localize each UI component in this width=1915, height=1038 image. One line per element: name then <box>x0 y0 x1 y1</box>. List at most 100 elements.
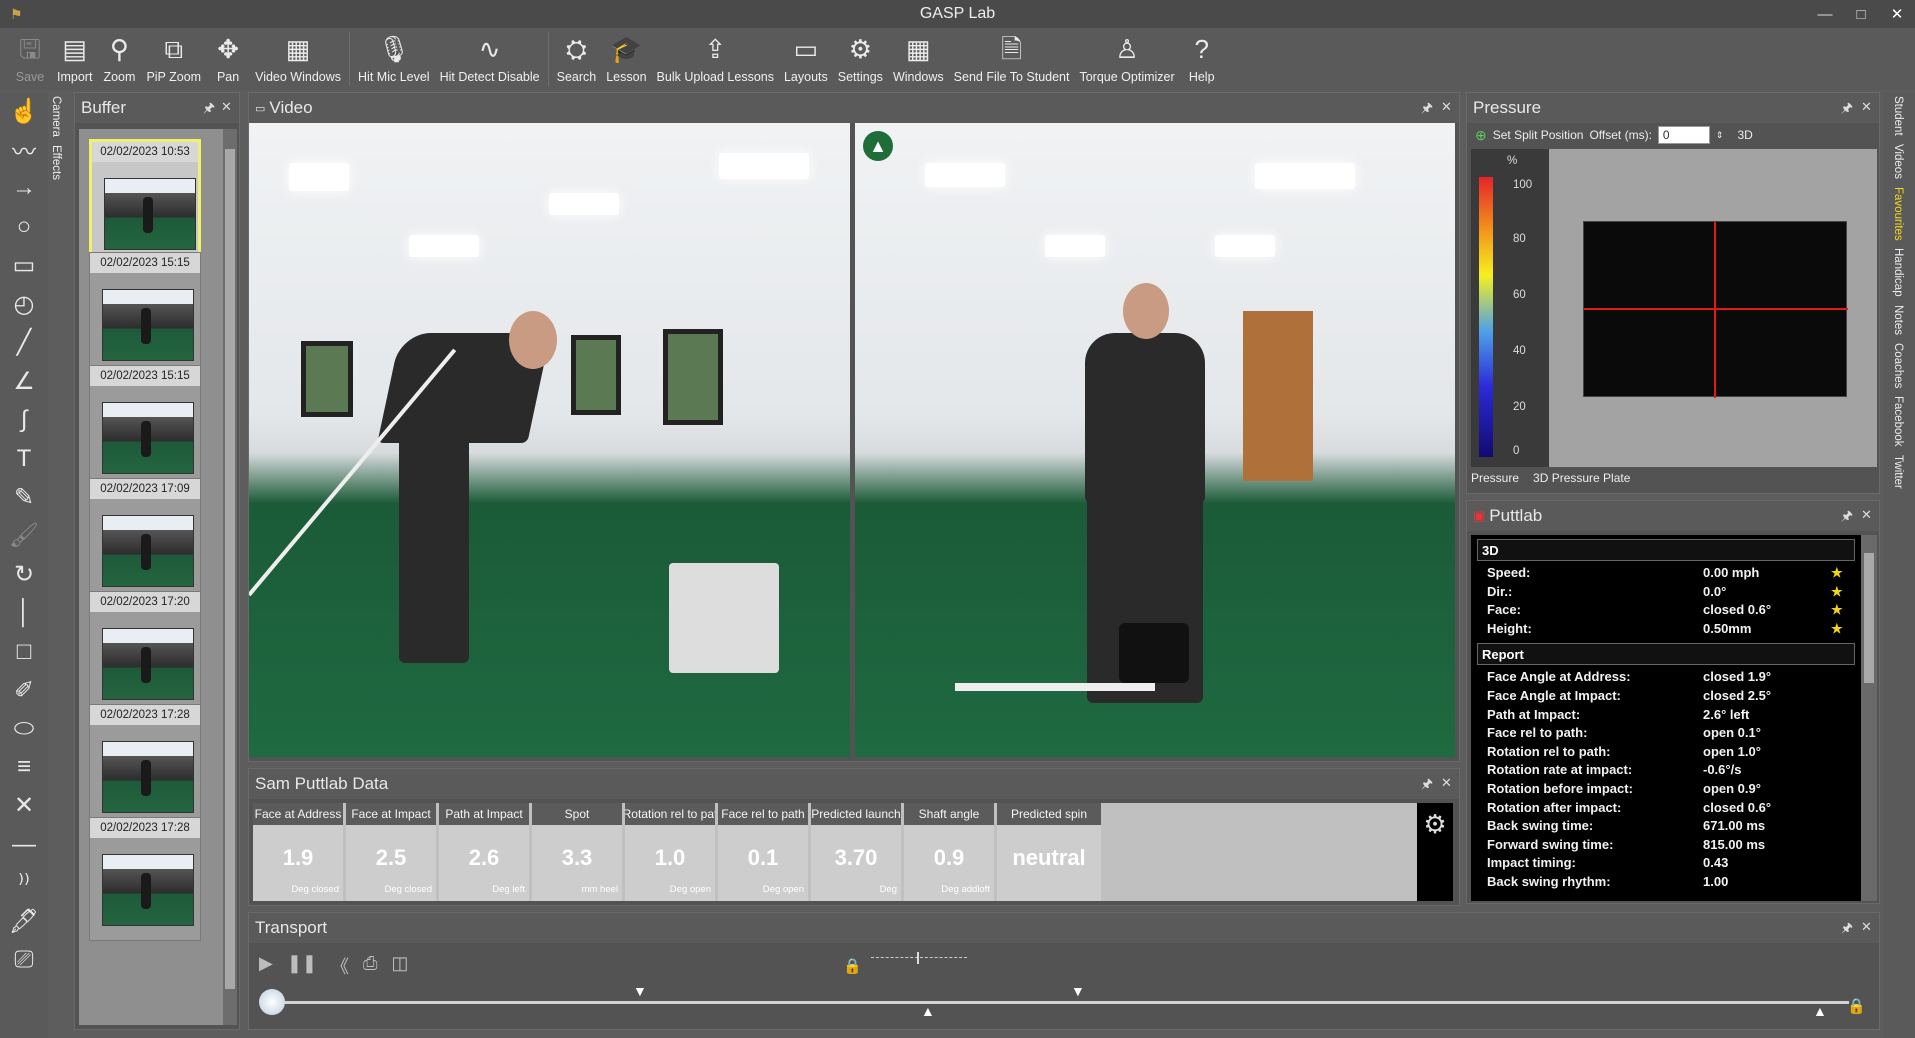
buffer-item[interactable]: 02/02/2023 15:15 <box>89 365 201 489</box>
tab-facebook[interactable]: Facebook <box>1892 396 1904 447</box>
tab-camera[interactable]: Camera <box>48 92 64 141</box>
tab-twitter[interactable]: Twitter <box>1892 455 1904 489</box>
parallel-curves-tool-icon[interactable]: ⁾⁾ <box>0 864 48 903</box>
timeline-marker-icon[interactable]: ▼ <box>633 983 647 999</box>
pin-icon[interactable]: 🖈 <box>1421 99 1433 121</box>
vertical-line-tool-icon[interactable]: │ <box>0 594 48 633</box>
tab-handicap[interactable]: Handicap <box>1892 248 1904 297</box>
bulk-upload-button[interactable]: ⇪ Bulk Upload Lessons <box>652 28 779 90</box>
close-panel-icon[interactable]: ✕ <box>1861 507 1872 523</box>
speed-slider-handle[interactable] <box>917 952 919 964</box>
tab-effects[interactable]: Effects <box>48 141 64 184</box>
tab-notes[interactable]: Notes <box>1892 305 1904 335</box>
microphone-button[interactable]: 🎙 Hit Mic Level <box>353 28 435 90</box>
tab-favourites[interactable]: Favourites <box>1892 187 1904 241</box>
tab-student[interactable]: Student <box>1892 96 1904 136</box>
timeline-marker-icon[interactable]: ▲ <box>1813 1003 1827 1019</box>
tab-pressure[interactable]: Pressure <box>1471 471 1519 485</box>
close-panel-icon[interactable]: ✕ <box>1441 99 1452 115</box>
save-button[interactable]: 🖫 Save <box>8 28 52 90</box>
buffer-scrollbar[interactable] <box>223 129 237 1025</box>
pin-icon[interactable]: 🖈 <box>1421 775 1433 797</box>
rewind-icon[interactable]: 《 <box>331 953 349 979</box>
line-tool-icon[interactable]: ╱ <box>0 324 48 363</box>
brush-tool-icon[interactable]: 🖋 <box>0 902 48 941</box>
speed-slider[interactable] <box>871 952 967 975</box>
help-button[interactable]: ? Help <box>1180 28 1224 90</box>
offset-spinner-icon[interactable]: ⇕ <box>1716 130 1724 141</box>
pin-icon[interactable]: 🖈 <box>1841 99 1853 121</box>
camera-icon[interactable]: ◫ <box>391 953 408 979</box>
layouts-button[interactable]: ▭ Layouts <box>779 28 833 90</box>
ellipse-tool-icon[interactable]: ⬭ <box>0 710 48 749</box>
text-tool-icon[interactable]: T <box>0 439 48 478</box>
play-icon[interactable]: ▶ <box>259 953 273 979</box>
curve-tool-icon[interactable]: ∫ <box>0 401 48 440</box>
set-split-position-button[interactable]: Set Split Position <box>1493 128 1584 142</box>
paint-tool-icon[interactable]: 🖌 <box>0 517 48 556</box>
scrollbar-thumb[interactable] <box>225 149 235 989</box>
record-icon[interactable]: ⎙ <box>363 953 377 979</box>
clear-tool-icon[interactable]: ⎚ <box>0 941 48 980</box>
lock-icon[interactable]: 🔒 <box>1847 997 1866 1015</box>
pin-icon[interactable]: 🖈 <box>1841 919 1853 941</box>
zoom-button[interactable]: ⚲ Zoom <box>97 28 141 90</box>
star-icon[interactable]: ★ <box>1831 584 1843 603</box>
maximize-button[interactable]: □ <box>1843 0 1879 28</box>
circle-tool-icon[interactable]: ○ <box>0 208 48 247</box>
tab-coaches[interactable]: Coaches <box>1892 343 1904 388</box>
cross-tool-icon[interactable]: ✕ <box>0 787 48 826</box>
eyedropper-tool-icon[interactable]: ✐ <box>0 671 48 710</box>
video-frame-front[interactable]: ▲ <box>855 123 1455 757</box>
puttlab-scrollbar[interactable] <box>1861 535 1877 901</box>
send-file-button[interactable]: 🗎 Send File To Student <box>949 28 1075 90</box>
import-button[interactable]: ▤ Import <box>52 28 97 90</box>
pin-icon[interactable]: 🖈 <box>203 99 215 121</box>
buffer-item[interactable]: 02/02/2023 17:09 <box>89 478 201 602</box>
hand-tool-icon[interactable]: ☝ <box>0 92 48 131</box>
rectangle-tool-icon[interactable]: ▭ <box>0 246 48 285</box>
windows-button[interactable]: ▦ Windows <box>888 28 949 90</box>
video-frame-side[interactable] <box>249 123 850 757</box>
buffer-item[interactable]: 02/02/2023 17:28 <box>89 704 201 828</box>
freehand-tool-icon[interactable]: 〰 <box>0 131 48 170</box>
star-icon[interactable]: ★ <box>1831 621 1843 640</box>
clock-tool-icon[interactable]: ◴ <box>0 285 48 324</box>
scrollbar-thumb[interactable] <box>1864 553 1874 683</box>
buffer-item[interactable]: 02/02/2023 10:53 <box>89 139 201 263</box>
hit-detect-button[interactable]: ∿ Hit Detect Disable <box>435 28 545 90</box>
buffer-item[interactable]: 02/02/2023 17:20 <box>89 591 201 715</box>
lesson-button[interactable]: 🎓 Lesson <box>601 28 651 90</box>
lock-icon[interactable]: 🔒 <box>843 957 862 975</box>
buffer-item[interactable]: 02/02/2023 15:15 <box>89 252 201 376</box>
angle-tool-icon[interactable]: ∠ <box>0 362 48 401</box>
eraser-tool-icon[interactable]: ✎ <box>0 478 48 517</box>
star-icon[interactable]: ★ <box>1831 565 1843 584</box>
offset-input[interactable]: 0 <box>1657 126 1710 144</box>
tab-3d-pressure-plate[interactable]: 3D Pressure Plate <box>1533 471 1630 485</box>
pan-button[interactable]: ✥ Pan <box>206 28 250 90</box>
close-panel-icon[interactable]: ✕ <box>1861 919 1872 935</box>
star-icon[interactable]: ★ <box>1831 602 1843 621</box>
3d-toggle[interactable]: 3D <box>1737 128 1752 142</box>
minimize-button[interactable]: — <box>1807 0 1843 28</box>
timeline-track[interactable] <box>267 1001 1849 1004</box>
buffer-item[interactable]: 02/02/2023 17:28 <box>89 817 201 941</box>
grid-lines-tool-icon[interactable]: ≡ <box>0 748 48 787</box>
timeline-marker-icon[interactable]: ▲ <box>921 1003 935 1019</box>
timeline-marker-icon[interactable]: ▼ <box>1071 983 1085 999</box>
close-button[interactable]: ✕ <box>1879 0 1915 28</box>
pin-icon[interactable]: 🖈 <box>1841 507 1853 529</box>
close-panel-icon[interactable]: ✕ <box>1861 99 1872 115</box>
video-windows-button[interactable]: ▦ Video Windows <box>250 28 346 90</box>
close-panel-icon[interactable]: ✕ <box>221 99 232 115</box>
timeline-position-knob[interactable] <box>259 989 285 1015</box>
horizontal-line-tool-icon[interactable]: — <box>0 825 48 864</box>
rotate-tool-icon[interactable]: ↻ <box>0 555 48 594</box>
close-panel-icon[interactable]: ✕ <box>1441 775 1452 791</box>
search-button[interactable]: ⛭ Search <box>552 28 602 90</box>
settings-button[interactable]: ⚙ Settings <box>833 28 888 90</box>
torque-optimizer-button[interactable]: ♙ Torque Optimizer <box>1074 28 1179 90</box>
sam-settings-icon[interactable]: ⚙ <box>1417 803 1453 901</box>
pause-icon[interactable]: ❚❚ <box>287 953 317 979</box>
